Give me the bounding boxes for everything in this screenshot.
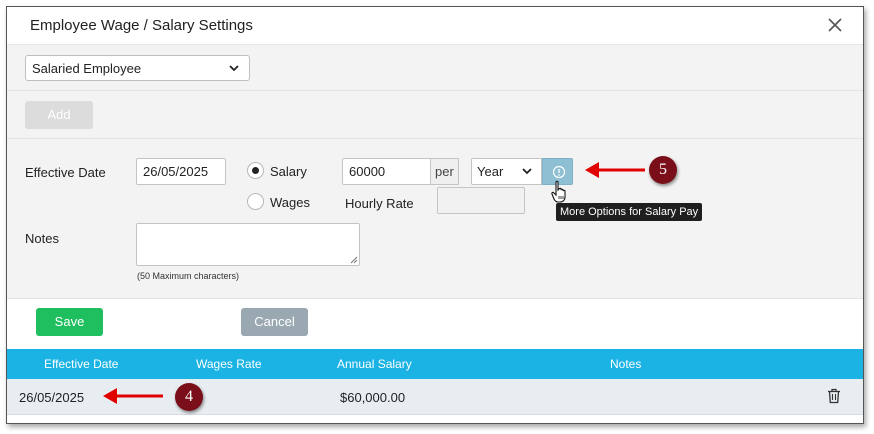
notes-hint: (50 Maximum characters)	[137, 271, 240, 281]
employee-type-value: Salaried Employee	[32, 61, 142, 76]
salary-amount-value: 60000	[349, 164, 386, 179]
wage-form: Effective Date 26/05/2025 Salary Wages 6…	[7, 139, 863, 299]
salary-radio[interactable]	[247, 162, 264, 179]
wage-salary-dialog: Employee Wage / Salary Settings Salaried…	[6, 6, 864, 424]
column-wages-rate: Wages Rate	[196, 357, 262, 371]
employee-type-row: Salaried Employee	[7, 45, 863, 91]
dialog-title: Employee Wage / Salary Settings	[30, 17, 253, 34]
pay-period-value: Year	[477, 164, 504, 179]
add-row: Add	[7, 91, 863, 139]
hand-cursor-icon	[551, 180, 566, 203]
row-annual-salary: $60,000.00	[340, 390, 406, 405]
chevron-down-icon	[229, 65, 239, 72]
effective-date-label: Effective Date	[25, 165, 106, 180]
salary-radio-label: Salary	[270, 164, 307, 179]
per-addon: per	[431, 158, 459, 185]
annotation-badge-5: 5	[649, 156, 677, 184]
notes-textarea[interactable]	[136, 223, 360, 266]
column-notes: Notes	[610, 357, 642, 371]
close-button[interactable]	[825, 15, 845, 35]
info-icon	[552, 165, 566, 179]
annotation-arrow-info	[585, 162, 645, 178]
table-row[interactable]: 26/05/2025 $60,000.00 4	[7, 379, 863, 415]
trash-icon[interactable]	[827, 388, 841, 404]
hourly-rate-label: Hourly Rate	[345, 196, 414, 211]
resize-grip-icon[interactable]	[348, 254, 358, 264]
cancel-button[interactable]: Cancel	[241, 308, 308, 336]
effective-date-value: 26/05/2025	[143, 164, 209, 179]
more-options-tooltip: More Options for Salary Pay	[556, 203, 703, 221]
annotation-badge-4: 4	[175, 383, 203, 411]
wages-radio-label: Wages	[270, 195, 310, 210]
salary-amount-input[interactable]: 60000	[342, 158, 431, 185]
chevron-down-icon	[522, 168, 532, 175]
form-actions: Save Cancel	[7, 299, 863, 349]
annotation-arrow-row	[103, 388, 163, 404]
column-annual-salary: Annual Salary	[337, 357, 412, 371]
wages-radio[interactable]	[247, 193, 264, 210]
save-button[interactable]: Save	[36, 308, 103, 336]
add-button[interactable]: Add	[25, 101, 93, 129]
employee-type-select[interactable]: Salaried Employee	[25, 55, 250, 81]
hourly-rate-input[interactable]	[437, 187, 525, 214]
notes-label: Notes	[25, 231, 59, 246]
pay-period-select[interactable]: Year	[471, 158, 542, 185]
column-effective-date: Effective Date	[44, 357, 119, 371]
effective-date-input[interactable]: 26/05/2025	[136, 158, 226, 185]
dialog-titlebar: Employee Wage / Salary Settings	[7, 7, 863, 45]
row-effective-date: 26/05/2025	[19, 390, 85, 405]
history-table-header: Effective Date Wages Rate Annual Salary …	[7, 349, 863, 379]
close-icon	[828, 18, 842, 32]
